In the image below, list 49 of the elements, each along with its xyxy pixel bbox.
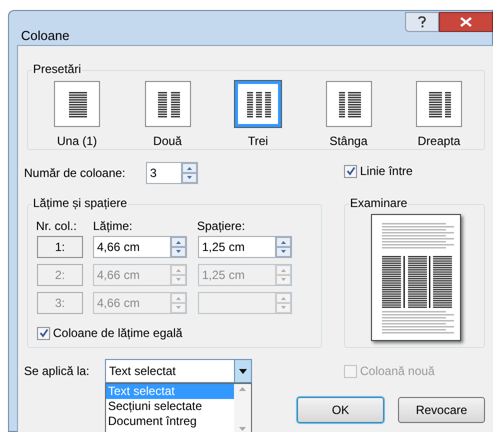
apply-to-dropdown[interactable]: Text selectat xyxy=(105,359,252,383)
spin-buttons[interactable] xyxy=(275,237,291,257)
spin-arrows-icon xyxy=(171,265,186,285)
group-title: Presetări xyxy=(32,62,82,76)
dropdown-option[interactable]: Document întreg xyxy=(106,414,234,429)
preset-label: Dreapta xyxy=(416,134,462,148)
spin-arrows-icon xyxy=(171,293,186,313)
check-icon xyxy=(346,166,356,176)
spin-arrows-icon xyxy=(182,163,197,183)
field-label: Se aplică la: xyxy=(24,364,90,378)
preset-label: Una (1) xyxy=(56,134,98,148)
spacing-field[interactable] xyxy=(198,292,292,314)
column-header: Nr. col.: xyxy=(36,219,77,233)
preset-button[interactable] xyxy=(416,81,462,127)
preset-button[interactable] xyxy=(235,81,281,127)
column-header: Spațiere: xyxy=(197,219,246,233)
spin-arrows-icon xyxy=(171,237,186,257)
width-field[interactable]: 4,66 cm xyxy=(93,236,187,258)
group-title: Examinare xyxy=(349,196,408,210)
column-header: Lățime: xyxy=(93,219,132,233)
new-column-checkbox: Coloană nouă xyxy=(344,364,435,378)
dialog-button[interactable]: OK xyxy=(297,397,384,423)
window-title: Coloane xyxy=(21,27,70,45)
column-number-button[interactable]: 1: xyxy=(37,236,83,258)
dropdown-option[interactable]: Secțiuni selectate xyxy=(106,399,234,414)
close-icon xyxy=(460,17,472,27)
preset-label: Trei xyxy=(246,134,270,148)
preset-button[interactable] xyxy=(326,81,372,127)
help-button[interactable] xyxy=(405,12,439,32)
spin-buttons[interactable] xyxy=(181,163,197,183)
spin-arrows-icon xyxy=(276,293,291,313)
help-icon xyxy=(418,16,426,28)
group-title: Lățime și spațiere xyxy=(32,196,128,210)
preset-label: Două xyxy=(152,134,183,148)
number-field[interactable]: 3 xyxy=(146,162,198,184)
preset-label: Stânga xyxy=(328,134,369,148)
spin-arrows-icon xyxy=(276,237,291,257)
spacing-field[interactable]: 1,25 cm xyxy=(198,236,292,258)
equal-width-checkbox[interactable]: Coloane de lățime egală xyxy=(37,326,182,340)
line-between-checkbox[interactable]: Linie între xyxy=(344,164,413,178)
dialog-button[interactable]: Revocare xyxy=(398,397,485,423)
field-label: Număr de coloane: xyxy=(24,166,126,180)
preset-button[interactable] xyxy=(54,81,100,127)
preset-button[interactable] xyxy=(144,81,190,127)
dropdown-arrow-icon xyxy=(239,368,247,374)
close-button[interactable] xyxy=(439,12,493,32)
check-icon xyxy=(38,328,48,338)
spin-arrows-icon xyxy=(276,265,291,285)
spin-buttons[interactable] xyxy=(170,237,186,257)
